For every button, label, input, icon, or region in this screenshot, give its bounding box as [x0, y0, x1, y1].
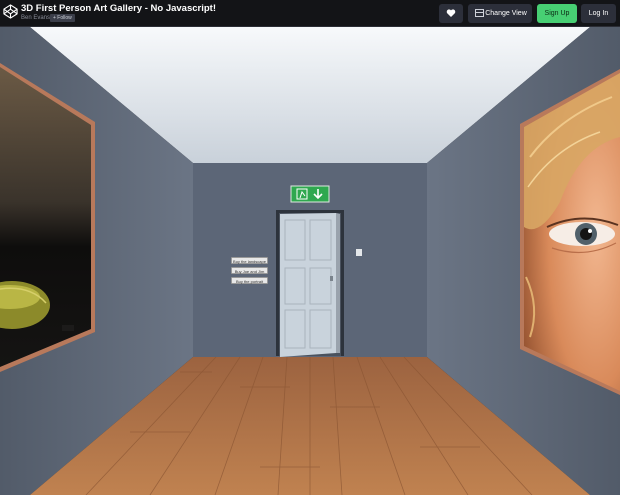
sign-up-button[interactable]: Sign Up [537, 4, 577, 23]
heart-button[interactable] [439, 4, 463, 23]
gallery-scene: Buy the landscape Buy Joe and Jim Buy th… [0, 27, 620, 495]
exit-sign-icon [290, 185, 330, 203]
app-window: 3D First Person Art Gallery - No Javascr… [0, 0, 620, 495]
portrait-painting[interactable] [520, 69, 620, 395]
codepen-logo-icon[interactable] [3, 4, 18, 19]
light-switch [356, 249, 362, 256]
log-in-button[interactable]: Log In [581, 4, 616, 23]
heart-icon [446, 9, 456, 17]
layout-icon [475, 9, 484, 17]
buy-portrait-button[interactable]: Buy the portrait [231, 277, 268, 284]
header-bar: 3D First Person Art Gallery - No Javascr… [0, 0, 620, 27]
pen-title: 3D First Person Art Gallery - No Javascr… [21, 3, 216, 14]
buy-joe-and-jim-button[interactable]: Buy Joe and Jim [231, 267, 268, 274]
buy-landscape-button[interactable]: Buy the landscape [231, 257, 268, 264]
follow-button[interactable]: + Follow [50, 14, 75, 22]
gallery-door[interactable] [276, 210, 344, 357]
change-view-button[interactable]: Change View [468, 4, 532, 23]
change-view-label: Change View [485, 10, 527, 17]
gallery-room [0, 27, 620, 495]
author-name[interactable]: Ben Evans [21, 15, 50, 21]
